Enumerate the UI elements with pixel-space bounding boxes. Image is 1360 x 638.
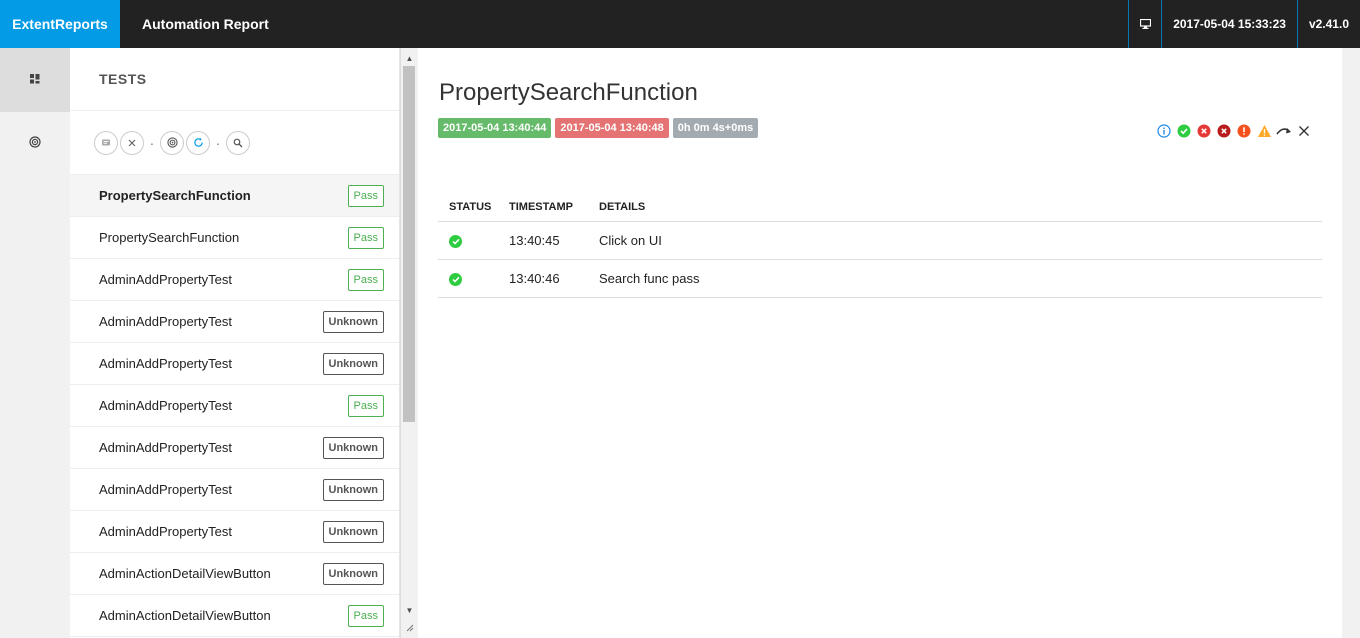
report-datetime: 2017-05-04 15:33:23 — [1161, 0, 1297, 48]
end-time-badge: 2017-05-04 13:40:48 — [555, 118, 669, 138]
log-status — [438, 259, 498, 298]
comment-filter-button[interactable] — [94, 130, 118, 155]
test-item[interactable]: AdminActionDetailViewButton Pass — [70, 595, 399, 637]
test-item[interactable]: AdminAddPropertyTest Unknown — [70, 469, 399, 511]
test-name: PropertySearchFunction — [99, 188, 251, 203]
log-details: Search func pass — [588, 259, 1322, 298]
dashboard-icon — [30, 71, 40, 89]
status-badge: Pass — [347, 185, 384, 207]
report-version: v2.41.0 — [1296, 0, 1360, 48]
status-badge: Pass — [347, 227, 384, 249]
status-badge: Unknown — [322, 353, 384, 375]
search-button[interactable] — [226, 130, 250, 155]
start-time-badge: 2017-05-04 13:40:44 — [438, 118, 552, 138]
log-timestamp: 13:40:46 — [498, 259, 588, 298]
category-icon — [166, 137, 178, 148]
log-row: 13:40:46 Search func pass — [438, 259, 1322, 298]
top-bar: ExtentReports Automation Report 2017-05-… — [0, 0, 1360, 48]
log-details: Click on UI — [588, 221, 1322, 260]
log-timestamp: 13:40:45 — [498, 221, 588, 260]
info-icon[interactable] — [1154, 123, 1174, 139]
pass-icon[interactable] — [1174, 123, 1194, 139]
separator-dot: · — [215, 134, 221, 151]
test-item[interactable]: AdminAddPropertyTest Unknown — [70, 343, 399, 385]
pass-icon — [449, 272, 462, 286]
scroll-down-icon[interactable]: ▼ — [401, 602, 418, 618]
log-table-header: STATUS TIMESTAMP DETAILS — [438, 193, 1322, 222]
error-icon[interactable] — [1234, 123, 1254, 139]
fatal-icon[interactable] — [1214, 123, 1234, 139]
test-name: AdminAddPropertyTest — [99, 440, 232, 455]
timestamp-column-header: TIMESTAMP — [498, 193, 588, 222]
duration-badge: 0h 0m 4s+0ms — [672, 118, 759, 138]
pass-icon — [449, 234, 462, 248]
comment-icon — [102, 139, 110, 145]
status-badge: Pass — [347, 605, 384, 627]
nav-item-dashboard[interactable] — [0, 48, 70, 112]
tests-heading: TESTS — [70, 48, 399, 111]
monitor-icon[interactable] — [1128, 0, 1161, 48]
status-badge: Unknown — [322, 479, 384, 501]
top-right-info: 2017-05-04 15:33:23 v2.41.0 — [1128, 0, 1360, 48]
test-name: AdminAddPropertyTest — [99, 524, 232, 539]
brand-logo[interactable]: ExtentReports — [0, 0, 120, 48]
test-name: AdminActionDetailViewButton — [99, 608, 271, 623]
log-row: 13:40:45 Click on UI — [438, 221, 1322, 260]
test-detail-panel: PropertySearchFunction 2017-05-04 13:40:… — [418, 48, 1342, 638]
status-filter-icons — [1154, 123, 1314, 139]
search-icon — [233, 138, 243, 147]
log-table: STATUS TIMESTAMP DETAILS 13:40:45 Click … — [438, 193, 1322, 298]
clear-filter-button[interactable] — [120, 130, 144, 155]
test-detail-title: PropertySearchFunction — [439, 79, 698, 106]
test-list: PropertySearchFunction Pass PropertySearc… — [70, 175, 399, 637]
test-item[interactable]: AdminAddPropertyTest Pass — [70, 385, 399, 427]
close-icon — [128, 139, 136, 146]
test-list-panel: TESTS · · PropertySearchFunction Pass Pro… — [70, 48, 400, 638]
test-name: AdminAddPropertyTest — [99, 356, 232, 371]
separator-dot: · — [149, 134, 155, 151]
scroll-up-icon[interactable]: ▲ — [401, 50, 418, 66]
test-name: AdminAddPropertyTest — [99, 272, 232, 287]
status-badge: Unknown — [322, 521, 384, 543]
left-nav — [0, 48, 70, 638]
status-badge: Pass — [347, 395, 384, 417]
refresh-filter-button[interactable] — [186, 130, 210, 155]
time-badges: 2017-05-04 13:40:44 2017-05-04 13:40:48 … — [438, 118, 762, 138]
test-item[interactable]: PropertySearchFunction Pass — [70, 175, 399, 217]
log-status — [438, 221, 498, 260]
scroll-thumb[interactable] — [403, 66, 415, 422]
status-column-header: STATUS — [438, 193, 498, 222]
report-title: Automation Report — [142, 16, 269, 32]
test-item[interactable]: AdminAddPropertyTest Pass — [70, 259, 399, 301]
test-item[interactable]: AdminAddPropertyTest Unknown — [70, 301, 399, 343]
warning-icon[interactable] — [1254, 123, 1274, 139]
test-item[interactable]: AdminActionDetailViewButton Unknown — [70, 553, 399, 595]
skip-icon[interactable] — [1274, 123, 1294, 139]
resize-handle-icon[interactable] — [401, 620, 418, 636]
clear-icon[interactable] — [1294, 123, 1314, 139]
test-list-scrollbar[interactable]: ▲ ▼ — [400, 48, 417, 638]
test-filters: · · — [70, 111, 399, 175]
test-name: AdminAddPropertyTest — [99, 314, 232, 329]
test-item[interactable]: AdminAddPropertyTest Unknown — [70, 427, 399, 469]
details-column-header: DETAILS — [588, 193, 1322, 222]
test-name: PropertySearchFunction — [99, 230, 240, 245]
status-badge: Unknown — [322, 311, 384, 333]
test-name: AdminAddPropertyTest — [99, 482, 232, 497]
status-badge: Pass — [347, 269, 384, 291]
fail-icon[interactable] — [1194, 123, 1214, 139]
nav-item-category[interactable] — [0, 112, 70, 176]
category-filter-button[interactable] — [160, 130, 184, 155]
right-gutter — [1342, 48, 1360, 638]
refresh-icon — [193, 137, 203, 147]
category-icon — [29, 135, 41, 153]
status-badge: Unknown — [322, 437, 384, 459]
test-item[interactable]: PropertySearchFunction Pass — [70, 217, 399, 259]
test-name: AdminActionDetailViewButton — [99, 566, 271, 581]
test-item[interactable]: AdminAddPropertyTest Unknown — [70, 511, 399, 553]
status-badge: Unknown — [322, 563, 384, 585]
test-name: AdminAddPropertyTest — [99, 398, 232, 413]
